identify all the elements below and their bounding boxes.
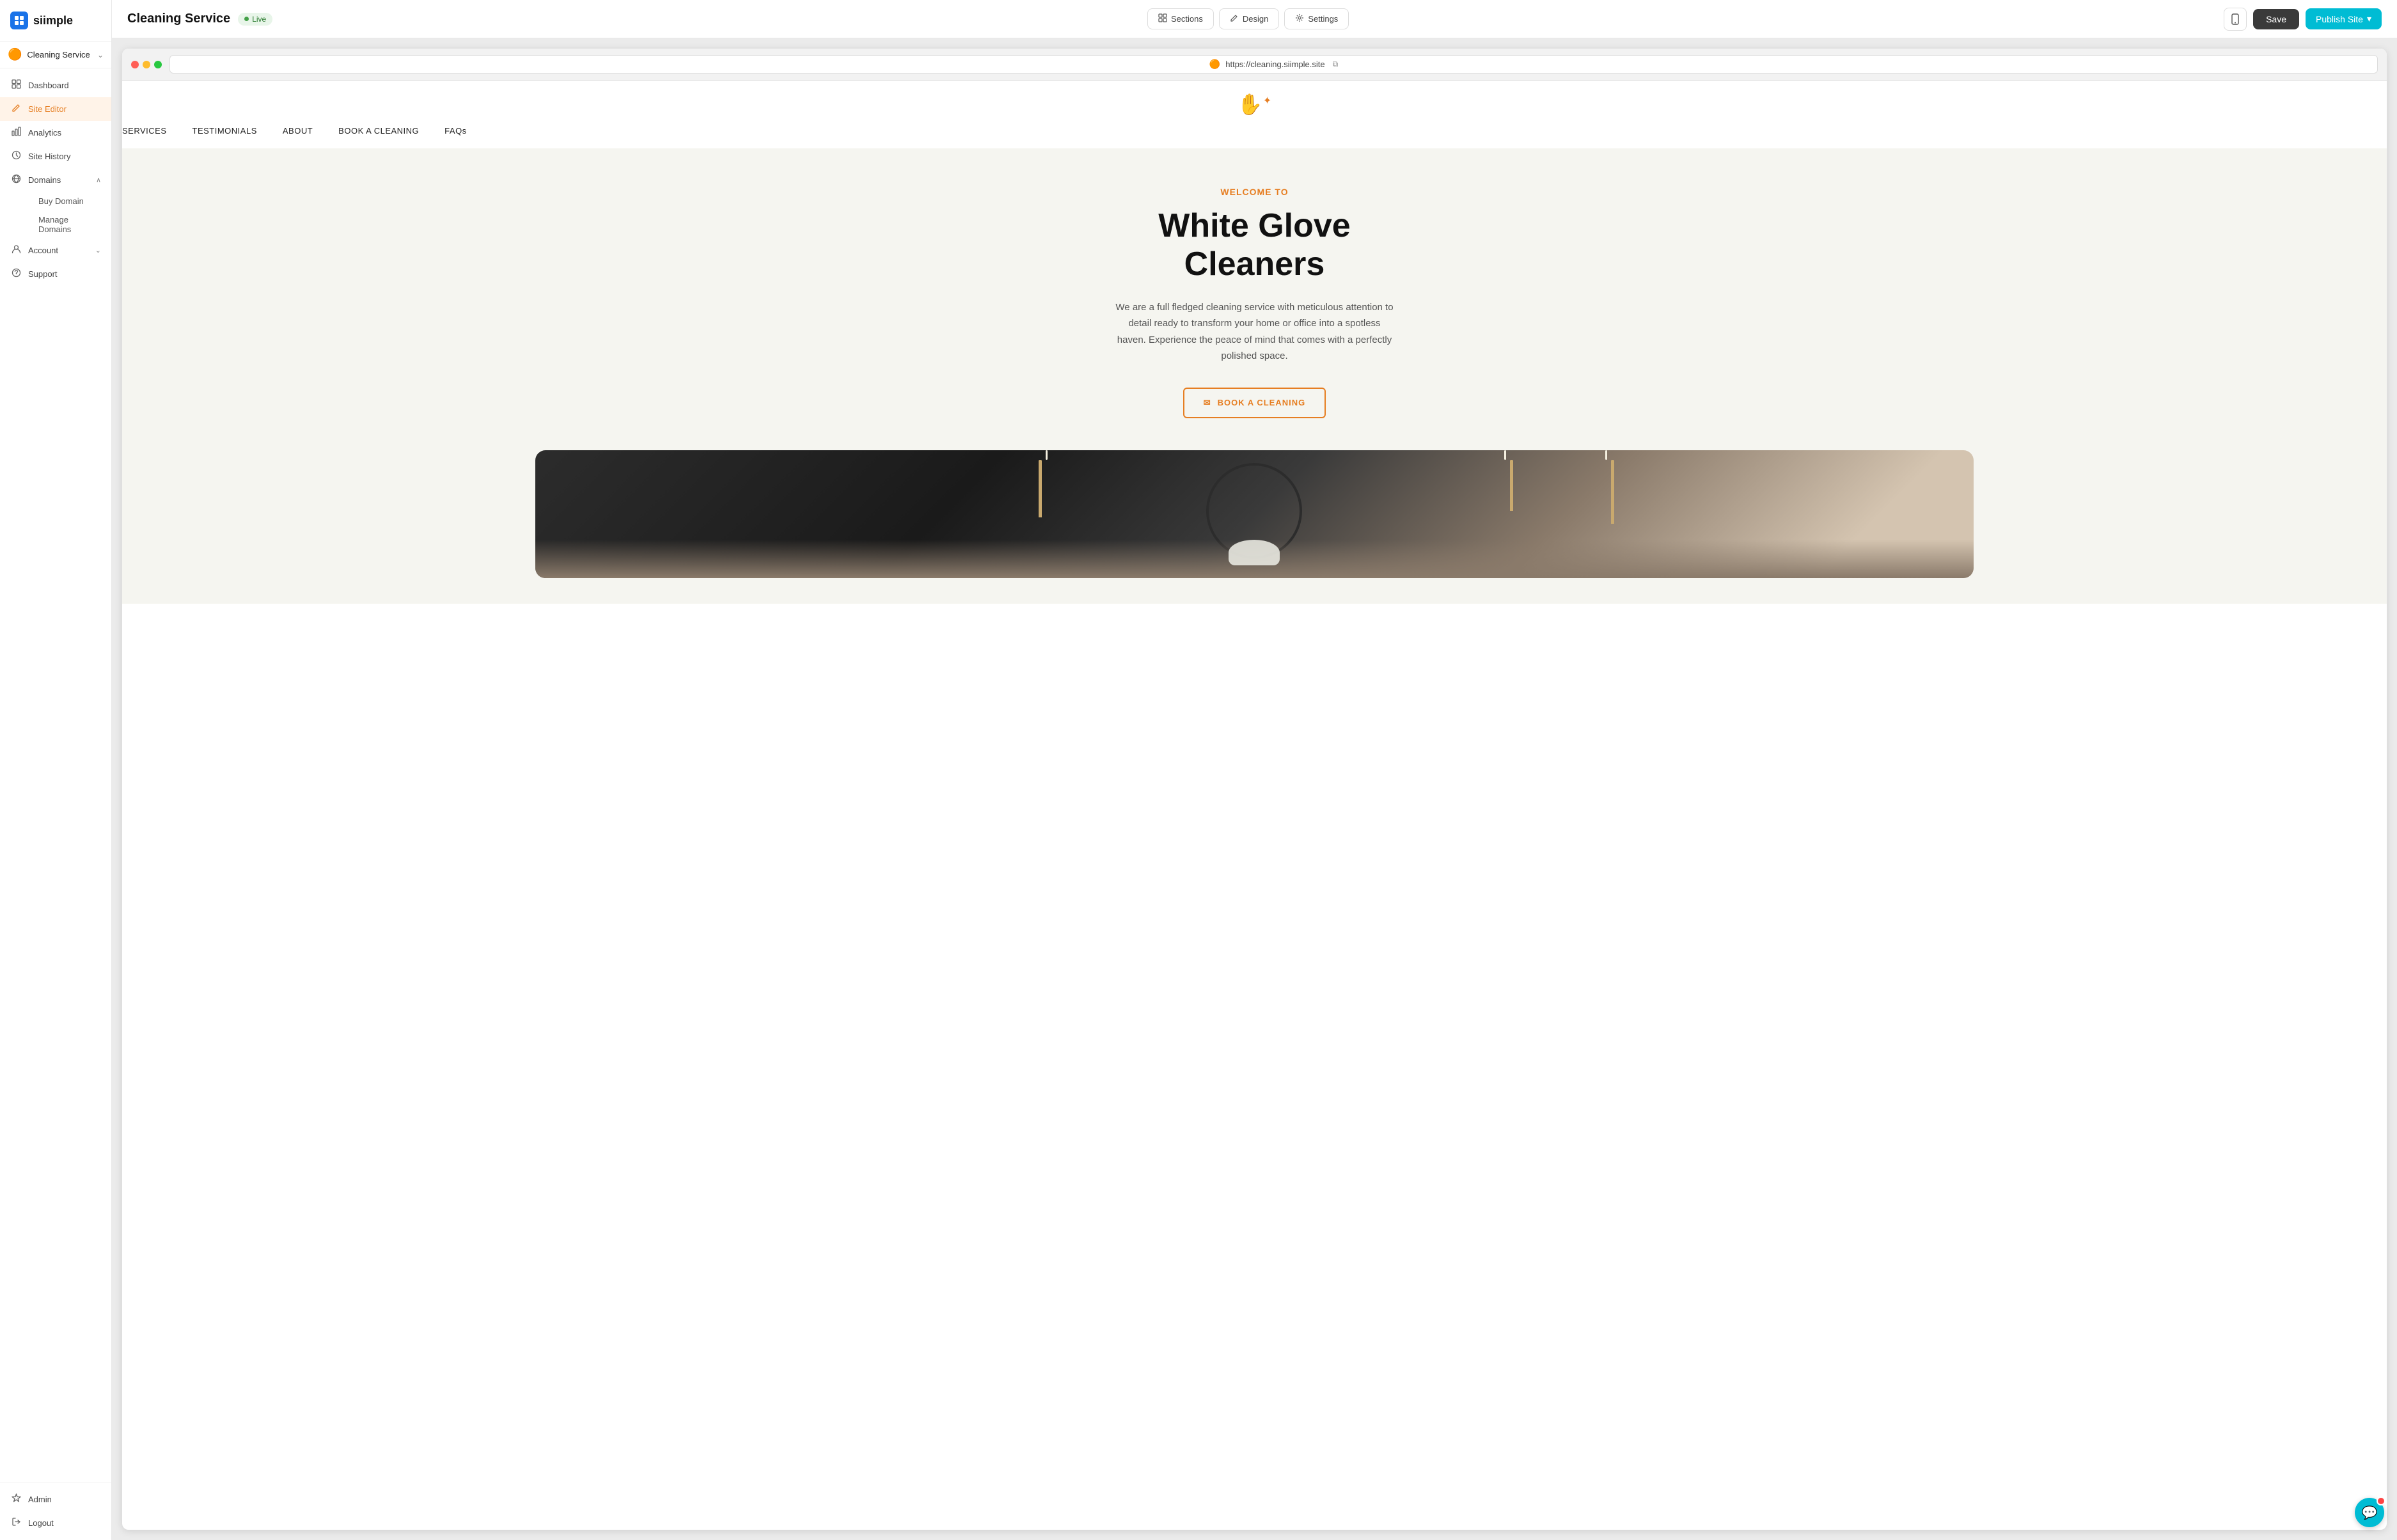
hero-cta-icon: ✉ bbox=[1204, 398, 1211, 408]
publish-button[interactable]: Publish Site ▾ bbox=[2306, 8, 2382, 29]
site-editor-label: Site Editor bbox=[28, 104, 67, 114]
hero-subtitle: We are a full fledged cleaning service w… bbox=[1114, 299, 1395, 365]
hero-section: WELCOME TO White Glove Cleaners We are a… bbox=[122, 148, 2387, 450]
hero-image-section bbox=[122, 450, 2387, 604]
sidebar-item-account[interactable]: Account ⌄ bbox=[0, 239, 111, 262]
live-badge-label: Live bbox=[252, 15, 266, 24]
chat-notification-badge bbox=[2377, 1497, 2385, 1505]
logout-label: Logout bbox=[28, 1518, 54, 1528]
site-nav-services[interactable]: SERVICES bbox=[122, 126, 167, 136]
sidebar-item-admin[interactable]: Admin bbox=[0, 1488, 111, 1511]
app-logo-icon bbox=[10, 12, 28, 29]
sections-tab-label: Sections bbox=[1171, 14, 1203, 24]
settings-tab-label: Settings bbox=[1308, 14, 1338, 24]
site-nav-faqs[interactable]: FAQs bbox=[444, 126, 467, 136]
hero-cta-label: BOOK A CLEANING bbox=[1218, 398, 1306, 407]
site-nav: SERVICES TESTIMONIALS ABOUT BOOK A CLEAN… bbox=[122, 125, 2387, 137]
analytics-icon bbox=[10, 127, 22, 139]
site-history-icon bbox=[10, 150, 22, 162]
settings-tab[interactable]: Settings bbox=[1284, 8, 1349, 29]
site-history-label: Site History bbox=[28, 152, 70, 161]
sidebar-bottom: Admin Logout bbox=[0, 1482, 111, 1540]
site-selector-chevron-icon: ⌄ bbox=[97, 51, 104, 59]
mobile-preview-button[interactable] bbox=[2224, 8, 2247, 31]
sidebar-logo: siimple bbox=[0, 0, 111, 42]
design-tab[interactable]: Design bbox=[1219, 8, 1279, 29]
browser-traffic-lights bbox=[131, 61, 162, 68]
design-icon bbox=[1230, 13, 1239, 24]
external-link-icon[interactable]: ⧉ bbox=[1333, 59, 1339, 69]
domains-label: Domains bbox=[28, 175, 61, 185]
support-icon bbox=[10, 268, 22, 280]
site-editor-icon bbox=[10, 103, 22, 115]
minimize-window-button[interactable] bbox=[143, 61, 150, 68]
topbar: Cleaning Service Live Sections bbox=[112, 0, 2397, 38]
browser-url-bar[interactable]: 🟠 https://cleaning.siimple.site ⧉ bbox=[169, 55, 2378, 74]
chat-icon: 💬 bbox=[2362, 1505, 2378, 1521]
preview-area: 🟠 https://cleaning.siimple.site ⧉ ✋✦ SER bbox=[112, 38, 2397, 1540]
sidebar-item-logout[interactable]: Logout bbox=[0, 1511, 111, 1535]
sidebar-item-site-history[interactable]: Site History bbox=[0, 145, 111, 168]
sections-icon bbox=[1158, 13, 1167, 24]
chat-bubble[interactable]: 💬 bbox=[2355, 1498, 2384, 1527]
sidebar: siimple 🟠 Cleaning Service ⌄ Dashboard bbox=[0, 0, 112, 1540]
sidebar-item-analytics[interactable]: Analytics bbox=[0, 121, 111, 145]
admin-label: Admin bbox=[28, 1495, 52, 1504]
sidebar-item-support[interactable]: Support bbox=[0, 262, 111, 286]
publish-button-label: Publish Site bbox=[2316, 14, 2363, 24]
settings-icon bbox=[1295, 13, 1304, 24]
sidebar-nav: Dashboard Site Editor Analytics bbox=[0, 68, 111, 1482]
browser-window: 🟠 https://cleaning.siimple.site ⧉ ✋✦ SER bbox=[122, 49, 2387, 1530]
page-title: Cleaning Service bbox=[127, 12, 230, 26]
domains-chevron-icon: ∧ bbox=[96, 176, 101, 184]
close-window-button[interactable] bbox=[131, 61, 139, 68]
design-tab-label: Design bbox=[1243, 14, 1268, 24]
main-content: Cleaning Service Live Sections bbox=[112, 0, 2397, 1540]
publish-chevron-icon: ▾ bbox=[2367, 13, 2371, 24]
topbar-right: Save Publish Site ▾ bbox=[2224, 8, 2382, 31]
site-nav-book[interactable]: BOOK A CLEANING bbox=[338, 126, 419, 136]
dashboard-icon bbox=[10, 79, 22, 91]
support-label: Support bbox=[28, 269, 58, 279]
site-nav-testimonials[interactable]: TESTIMONIALS bbox=[193, 126, 257, 136]
browser-bar: 🟠 https://cleaning.siimple.site ⧉ bbox=[122, 49, 2387, 81]
hero-title: White Glove Cleaners bbox=[148, 207, 2361, 284]
mirror-image bbox=[535, 450, 1974, 578]
sidebar-item-manage-domains[interactable]: Manage Domains bbox=[28, 210, 111, 239]
sidebar-item-site-editor[interactable]: Site Editor bbox=[0, 97, 111, 121]
sidebar-item-dashboard[interactable]: Dashboard bbox=[0, 74, 111, 97]
sidebar-item-domains[interactable]: Domains ∧ bbox=[0, 168, 111, 192]
topbar-tabs: Sections Design Settings bbox=[1147, 8, 1349, 29]
logout-icon bbox=[10, 1517, 22, 1529]
maximize-window-button[interactable] bbox=[154, 61, 162, 68]
admin-icon bbox=[10, 1493, 22, 1505]
site-favicon-icon: 🟠 bbox=[8, 48, 22, 61]
dashboard-label: Dashboard bbox=[28, 81, 69, 90]
hero-cta-button[interactable]: ✉ BOOK A CLEANING bbox=[1183, 388, 1326, 418]
topbar-left: Cleaning Service Live bbox=[127, 12, 272, 26]
account-icon bbox=[10, 244, 22, 256]
site-logo: ✋✦ bbox=[122, 92, 2387, 116]
account-label: Account bbox=[28, 246, 58, 255]
live-dot-icon bbox=[244, 17, 249, 21]
sidebar-item-buy-domain[interactable]: Buy Domain bbox=[28, 192, 111, 210]
sections-tab[interactable]: Sections bbox=[1147, 8, 1214, 29]
site-preview-content: ✋✦ SERVICES TESTIMONIALS ABOUT BOOK A CL… bbox=[122, 81, 2387, 604]
site-nav-about[interactable]: ABOUT bbox=[283, 126, 313, 136]
url-text: https://cleaning.siimple.site bbox=[1225, 59, 1324, 69]
domains-icon bbox=[10, 174, 22, 186]
hero-welcome-text: WELCOME TO bbox=[148, 187, 2361, 197]
account-chevron-icon: ⌄ bbox=[95, 246, 101, 255]
site-selector[interactable]: 🟠 Cleaning Service ⌄ bbox=[0, 42, 111, 68]
site-selector-name: Cleaning Service bbox=[27, 50, 90, 59]
url-favicon-icon: 🟠 bbox=[1209, 59, 1220, 70]
save-button[interactable]: Save bbox=[2253, 9, 2299, 29]
analytics-label: Analytics bbox=[28, 128, 61, 138]
live-badge: Live bbox=[238, 13, 272, 26]
app-name: siimple bbox=[33, 14, 73, 28]
